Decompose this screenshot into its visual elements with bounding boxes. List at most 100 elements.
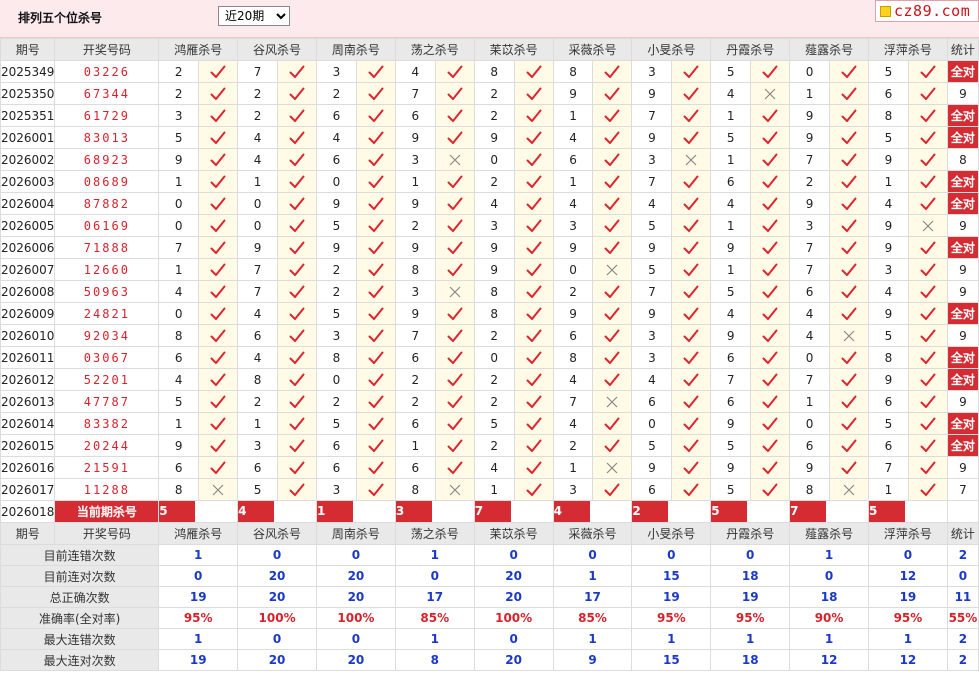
table-row: 2026014 83382 1 1 5 6 5 4 0 9 0 5 全对 (0, 412, 979, 435)
kill-value: 5 (631, 258, 673, 281)
period-select[interactable]: 近20期 (218, 6, 290, 26)
cross-icon (449, 154, 461, 165)
kill-value: 4 (552, 412, 594, 435)
stat-row: 最大连错次数 1 0 0 1 0 1 1 1 1 1 2 (0, 628, 979, 650)
correct-mark (198, 390, 239, 413)
check-icon (683, 417, 699, 430)
correct-mark (592, 280, 633, 303)
current-kill-number: 5 (159, 501, 196, 522)
correct-mark (513, 236, 554, 259)
kill-value: 8 (473, 60, 515, 83)
correct-mark (355, 148, 396, 171)
check-icon (289, 461, 305, 474)
correct-mark (198, 60, 239, 83)
correct-mark (277, 368, 317, 391)
current-kill-number: 3 (396, 501, 432, 522)
correct-mark (750, 104, 791, 127)
stat-value: 85% (552, 607, 633, 629)
kill-value: 2 (158, 60, 200, 83)
check-icon (368, 461, 384, 474)
issue-cell: 2026012 (0, 368, 56, 391)
kill-value: 3 (789, 214, 831, 237)
correct-mark (592, 346, 633, 369)
table-row: 2026015 20244 9 3 6 1 2 2 5 5 6 6 全对 (0, 434, 979, 457)
check-icon (683, 461, 699, 474)
correct-mark (592, 148, 633, 171)
stat-value: 1 (710, 628, 791, 650)
kill-value: 9 (868, 302, 909, 325)
cross-icon (764, 88, 776, 99)
correct-mark (513, 148, 554, 171)
stat-value: 12 (868, 649, 948, 671)
check-icon (368, 241, 384, 254)
current-kill-value: 5 (158, 500, 239, 523)
correct-mark (592, 368, 633, 391)
kill-value: 9 (710, 236, 752, 259)
correct-mark (592, 170, 633, 193)
correct-mark (513, 346, 554, 369)
stat-value: 1 (868, 628, 948, 650)
check-icon (841, 395, 857, 408)
stat-row: 目前连对次数 0 20 20 0 20 1 15 18 0 12 0 (0, 565, 979, 587)
check-icon (762, 153, 778, 166)
kill-value: 5 (631, 214, 673, 237)
header-expert: 采薇杀号 (552, 522, 633, 545)
kill-value: 2 (315, 258, 357, 281)
kill-value: 9 (552, 82, 594, 105)
check-icon (289, 241, 305, 254)
kill-value: 6 (631, 478, 673, 501)
kill-value: 1 (394, 170, 436, 193)
kill-value: 4 (710, 82, 752, 105)
correct-mark (198, 236, 239, 259)
check-icon (920, 439, 936, 452)
wrong-mark (829, 324, 869, 347)
check-icon (841, 131, 857, 144)
issue-cell: 2026017 (0, 478, 56, 501)
header-expert: 薤露杀号 (789, 522, 869, 545)
check-icon (210, 175, 226, 188)
correct-mark (277, 82, 317, 105)
correct-mark (198, 214, 239, 237)
stat-value: 20 (237, 649, 317, 671)
stat-value: 0 (473, 544, 554, 566)
check-icon (447, 241, 463, 254)
correct-mark (355, 126, 396, 149)
correct-mark (355, 192, 396, 215)
wrong-mark (750, 82, 791, 105)
header-expert: 丹霞杀号 (710, 38, 791, 61)
correct-mark (277, 192, 317, 215)
check-icon (289, 329, 305, 342)
draw-number: 68923 (54, 148, 160, 171)
check-icon (289, 197, 305, 210)
kill-value: 2 (552, 434, 594, 457)
row-stat: 8 (946, 148, 979, 171)
correct-mark (750, 236, 791, 259)
check-icon (683, 307, 699, 320)
stat-value: 0 (394, 565, 475, 587)
check-icon (289, 87, 305, 100)
kill-value: 5 (473, 412, 515, 435)
check-icon (526, 373, 542, 386)
kill-value: 5 (868, 412, 909, 435)
kill-value: 4 (158, 368, 200, 391)
wrong-mark (434, 478, 475, 501)
stat-total: 0 (946, 565, 979, 587)
correct-mark (198, 148, 239, 171)
kill-value: 9 (789, 192, 831, 215)
correct-mark (434, 60, 475, 83)
kill-value: 2 (237, 104, 279, 127)
issue-cell: 2026005 (0, 214, 56, 237)
correct-mark (907, 368, 948, 391)
correct-mark (434, 346, 475, 369)
kill-value: 0 (237, 214, 279, 237)
check-icon (289, 395, 305, 408)
check-icon (368, 285, 384, 298)
header-issue: 期号 (0, 38, 56, 61)
site-logo[interactable]: cz89.com (875, 0, 979, 22)
correct-mark (513, 258, 554, 281)
correct-mark (829, 148, 869, 171)
stat-value: 1 (394, 628, 475, 650)
stat-value: 0 (710, 544, 791, 566)
correct-mark (592, 214, 633, 237)
check-icon (841, 87, 857, 100)
